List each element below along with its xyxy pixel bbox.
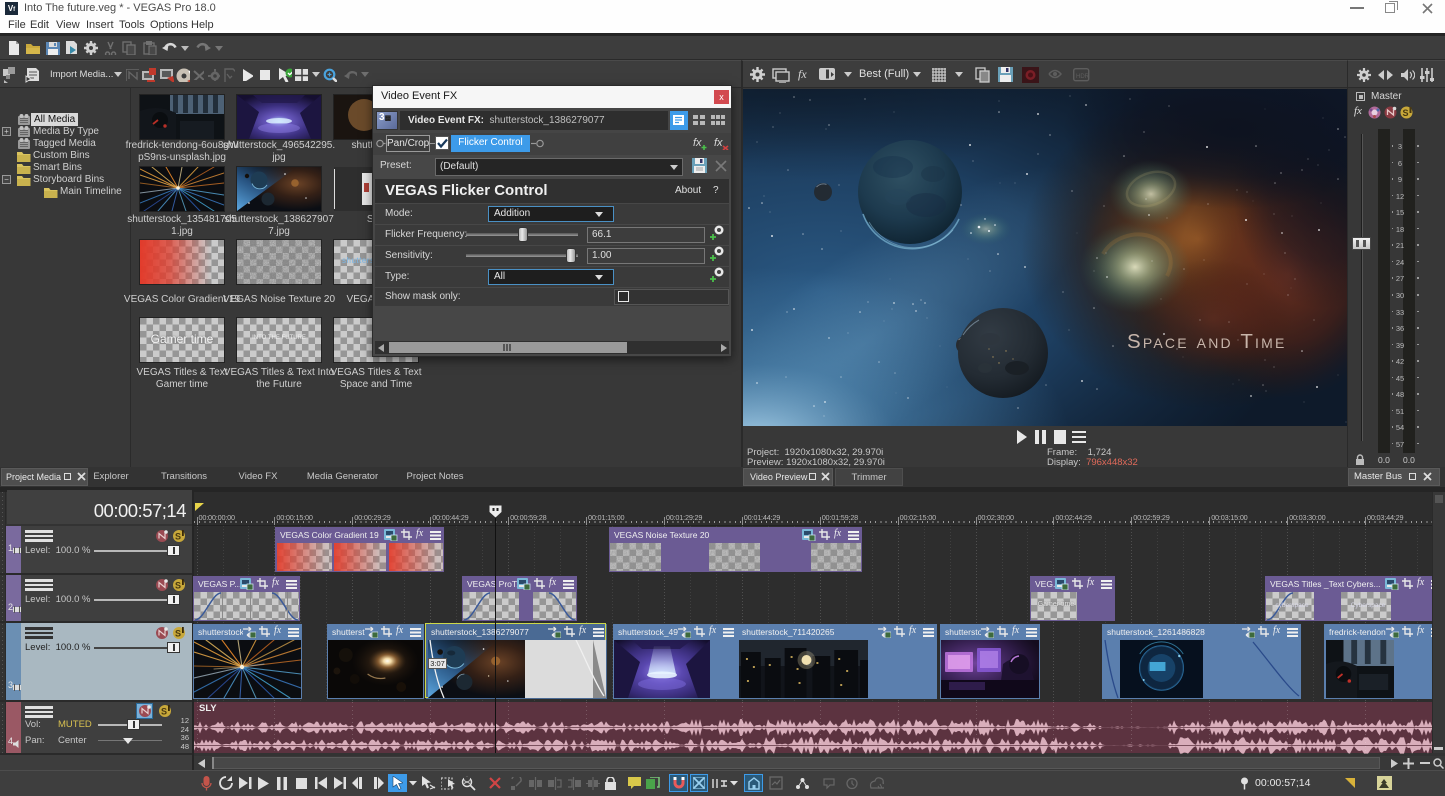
svg-text:S: S <box>175 629 181 639</box>
svg-text:fx: fx <box>693 137 702 149</box>
svg-text:S: S <box>1403 108 1409 118</box>
svg-text:S: S <box>175 581 181 591</box>
svg-text:Space and Time: Space and Time <box>1127 330 1287 353</box>
svg-text:HDR: HDR <box>1076 74 1090 80</box>
svg-text:S: S <box>175 532 181 542</box>
svg-text:fx: fx <box>714 137 723 149</box>
